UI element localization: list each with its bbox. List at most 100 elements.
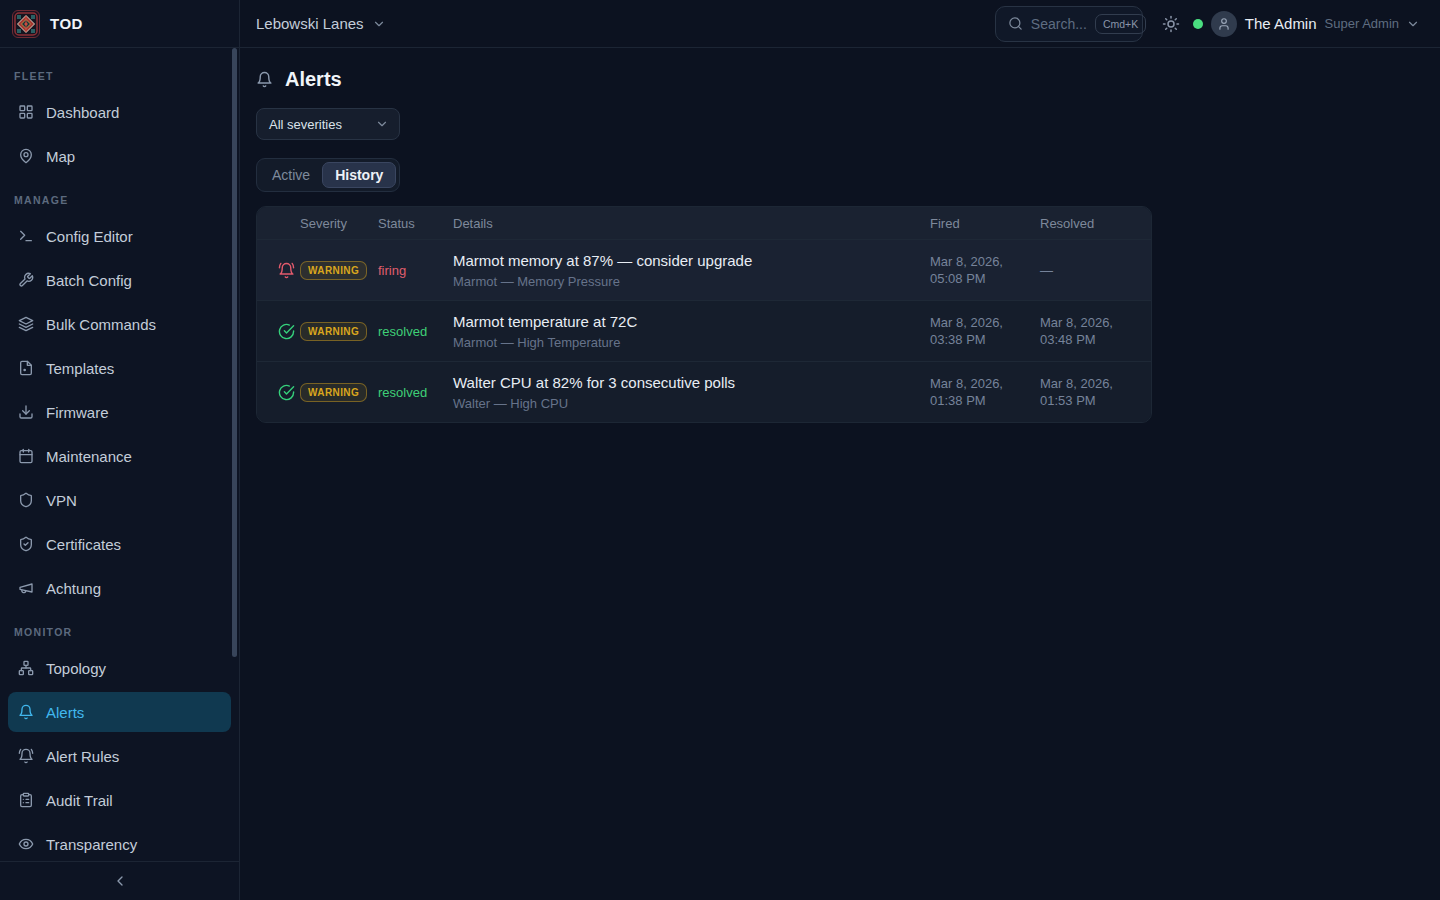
fired-date: Mar 8, 2026,05:08 PM xyxy=(930,253,1040,287)
sidebar-item-firmware[interactable]: Firmware xyxy=(8,392,231,432)
sidebar-item-label: Certificates xyxy=(46,536,121,553)
sidebar-collapse-button[interactable] xyxy=(0,861,239,900)
eye-icon xyxy=(18,836,34,852)
brand-name: TOD xyxy=(50,15,83,32)
section-label-manage: MANAGE xyxy=(8,192,231,208)
page-title: Alerts xyxy=(285,68,342,91)
alerts-table: Severity Status Details Fired Resolved W… xyxy=(256,206,1152,423)
alert-title: Walter CPU at 82% for 3 consecutive poll… xyxy=(453,374,930,391)
sidebar-item-certificates[interactable]: Certificates xyxy=(8,524,231,564)
user-menu-chevron-icon[interactable] xyxy=(1406,17,1420,31)
terminal-icon xyxy=(18,228,34,244)
content: Alerts All severities Active History Sev… xyxy=(240,48,1440,423)
org-name: Lebowski Lanes xyxy=(256,15,364,32)
bell-icon xyxy=(18,704,34,720)
col-severity: Severity xyxy=(300,216,378,231)
user-name: The Admin xyxy=(1245,15,1317,32)
brand[interactable]: TOD xyxy=(0,0,239,48)
col-details: Details xyxy=(453,216,930,231)
resolved-date: Mar 8, 2026,03:48 PM xyxy=(1040,314,1151,348)
sidebar-item-label: Bulk Commands xyxy=(46,316,156,333)
sidebar-item-label: Achtung xyxy=(46,580,101,597)
map-pin-icon xyxy=(18,148,34,164)
org-switcher[interactable]: Lebowski Lanes xyxy=(256,15,386,32)
sidebar-item-templates[interactable]: Templates xyxy=(8,348,231,388)
bell-icon xyxy=(256,71,273,88)
status-dot xyxy=(1193,19,1203,29)
layout-grid-icon xyxy=(18,104,34,120)
search-shortcut-badge: Cmd+K xyxy=(1095,14,1146,34)
main-column: Lebowski Lanes Search... Cmd+K The Admin… xyxy=(240,0,1440,900)
alert-subtitle: Walter — High CPU xyxy=(453,396,930,411)
sidebar-item-achtung[interactable]: Achtung xyxy=(8,568,231,608)
table-row[interactable]: WARNING firing Marmot memory at 87% — co… xyxy=(257,239,1151,300)
sidebar-item-dashboard[interactable]: Dashboard xyxy=(8,92,231,132)
bell-ring-icon xyxy=(278,262,295,279)
sidebar-item-audit-trail[interactable]: Audit Trail xyxy=(8,780,231,820)
col-status: Status xyxy=(378,216,453,231)
sidebar-item-label: Dashboard xyxy=(46,104,119,121)
check-circle-icon xyxy=(278,323,295,340)
search-input[interactable]: Search... Cmd+K xyxy=(995,6,1143,42)
chevron-left-icon xyxy=(112,873,128,889)
sidebar-item-label: Firmware xyxy=(46,404,109,421)
avatar[interactable] xyxy=(1211,11,1237,37)
theme-toggle-icon[interactable] xyxy=(1162,15,1180,33)
sidebar-item-label: Maintenance xyxy=(46,448,132,465)
app-root: TOD FLEET Dashboard Map MANAGE Config Ed… xyxy=(0,0,1440,900)
alert-subtitle: Marmot — High Temperature xyxy=(453,335,930,350)
severity-badge: WARNING xyxy=(300,322,367,341)
alert-title: Marmot memory at 87% — consider upgrade xyxy=(453,252,930,269)
sidebar-item-vpn[interactable]: VPN xyxy=(8,480,231,520)
status-text: resolved xyxy=(378,385,453,400)
topbar: Lebowski Lanes Search... Cmd+K The Admin… xyxy=(240,0,1440,48)
sidebar-item-label: Audit Trail xyxy=(46,792,113,809)
sidebar-item-bulk-commands[interactable]: Bulk Commands xyxy=(8,304,231,344)
sidebar-item-alert-rules[interactable]: Alert Rules xyxy=(8,736,231,776)
table-row[interactable]: WARNING resolved Marmot temperature at 7… xyxy=(257,300,1151,361)
sidebar-scrollbar-thumb[interactable] xyxy=(232,48,237,657)
tab-history[interactable]: History xyxy=(322,162,396,188)
sidebar-item-topology[interactable]: Topology xyxy=(8,648,231,688)
severity-badge: WARNING xyxy=(300,383,367,402)
sidebar: TOD FLEET Dashboard Map MANAGE Config Ed… xyxy=(0,0,240,900)
sidebar-item-label: VPN xyxy=(46,492,77,509)
sidebar-item-transparency[interactable]: Transparency xyxy=(8,824,231,864)
sidebar-item-label: Alert Rules xyxy=(46,748,119,765)
sidebar-item-label: Alerts xyxy=(46,704,84,721)
calendar-icon xyxy=(18,448,34,464)
sidebar-nav: FLEET Dashboard Map MANAGE Config Editor… xyxy=(0,48,239,864)
sidebar-item-map[interactable]: Map xyxy=(8,136,231,176)
section-label-monitor: MONITOR xyxy=(8,624,231,640)
chevron-down-icon xyxy=(372,17,386,31)
user-icon xyxy=(1217,17,1231,31)
topbar-right: Search... Cmd+K The Admin Super Admin xyxy=(995,6,1420,42)
sidebar-item-label: Batch Config xyxy=(46,272,132,289)
sidebar-item-alerts[interactable]: Alerts xyxy=(8,692,231,732)
brand-logo-icon xyxy=(12,10,40,38)
alert-title: Marmot temperature at 72C xyxy=(453,313,930,330)
search-placeholder: Search... xyxy=(1031,16,1087,32)
alerts-view-tabs: Active History xyxy=(256,158,400,192)
status-text: resolved xyxy=(378,324,453,339)
severity-filter-select[interactable]: All severities xyxy=(256,108,400,140)
severity-badge: WARNING xyxy=(300,261,367,280)
shield-icon xyxy=(18,492,34,508)
status-text: firing xyxy=(378,263,453,278)
fired-date: Mar 8, 2026,01:38 PM xyxy=(930,375,1040,409)
sidebar-item-label: Transparency xyxy=(46,836,137,853)
col-resolved: Resolved xyxy=(1040,216,1151,231)
clipboard-list-icon xyxy=(18,792,34,808)
sidebar-item-config-editor[interactable]: Config Editor xyxy=(8,216,231,256)
sidebar-item-batch-config[interactable]: Batch Config xyxy=(8,260,231,300)
table-row[interactable]: WARNING resolved Walter CPU at 82% for 3… xyxy=(257,361,1151,422)
col-fired: Fired xyxy=(930,216,1040,231)
megaphone-icon xyxy=(18,580,34,596)
table-header-row: Severity Status Details Fired Resolved xyxy=(257,207,1151,239)
download-icon xyxy=(18,404,34,420)
bell-ring-icon xyxy=(18,748,34,764)
sidebar-item-maintenance[interactable]: Maintenance xyxy=(8,436,231,476)
shield-check-icon xyxy=(18,536,34,552)
tab-active[interactable]: Active xyxy=(260,162,322,188)
resolved-date: Mar 8, 2026,01:53 PM xyxy=(1040,375,1151,409)
